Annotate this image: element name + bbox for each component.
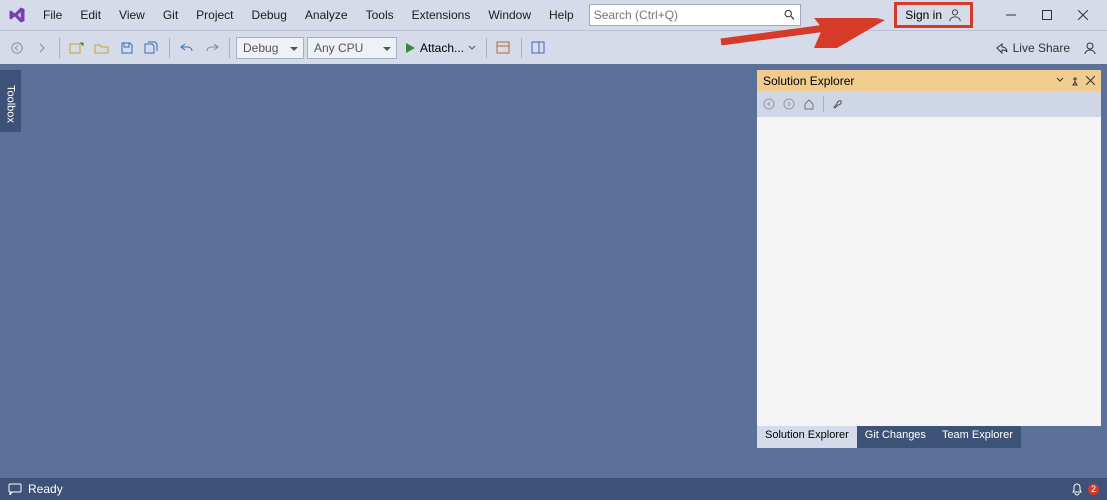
- menu-project[interactable]: Project: [187, 3, 242, 27]
- nav-forward-button[interactable]: [31, 36, 53, 60]
- menu-help[interactable]: Help: [540, 3, 583, 27]
- tab-git-changes[interactable]: Git Changes: [857, 426, 934, 448]
- menu-tools[interactable]: Tools: [357, 3, 403, 27]
- menu-debug[interactable]: Debug: [243, 3, 296, 27]
- person-icon: [948, 8, 962, 22]
- menu-file[interactable]: File: [34, 3, 71, 27]
- panel-toolbar: [757, 91, 1101, 117]
- tab-team-explorer[interactable]: Team Explorer: [934, 426, 1021, 448]
- back-icon[interactable]: [763, 98, 775, 110]
- panel-tabs: Solution Explorer Git Changes Team Explo…: [757, 426, 1101, 448]
- tab-solution-explorer[interactable]: Solution Explorer: [757, 426, 857, 448]
- workspace: Toolbox Solution Explorer Solution Explo…: [0, 64, 1107, 478]
- menu-git[interactable]: Git: [154, 3, 187, 27]
- menu-view[interactable]: View: [110, 3, 154, 27]
- search-box[interactable]: [589, 4, 801, 26]
- live-share-button[interactable]: Live Share: [988, 41, 1076, 55]
- minimize-button[interactable]: [993, 3, 1029, 27]
- attach-button[interactable]: Attach...: [400, 41, 480, 55]
- play-icon: [404, 42, 416, 54]
- feedback-button[interactable]: [1079, 36, 1101, 60]
- save-button[interactable]: [116, 36, 138, 60]
- home-icon[interactable]: [803, 98, 815, 110]
- sign-in-button[interactable]: Sign in: [894, 2, 973, 28]
- chat-icon[interactable]: [8, 483, 22, 495]
- status-text: Ready: [28, 482, 63, 496]
- toolbox-button[interactable]: [493, 36, 515, 60]
- panel-body: [757, 117, 1101, 426]
- status-bar: Ready 2: [0, 478, 1107, 500]
- save-all-button[interactable]: [141, 36, 163, 60]
- forward-icon[interactable]: [783, 98, 795, 110]
- menu-window[interactable]: Window: [479, 3, 540, 27]
- redo-button[interactable]: [201, 36, 223, 60]
- undo-button[interactable]: [176, 36, 198, 60]
- search-icon: [784, 9, 795, 21]
- menu-extensions[interactable]: Extensions: [403, 3, 480, 27]
- platform-dropdown[interactable]: Any CPU: [307, 37, 397, 59]
- toolbox-tab[interactable]: Toolbox: [0, 70, 21, 132]
- menu-bar: File Edit View Git Project Debug Analyze…: [0, 0, 1107, 30]
- open-file-button[interactable]: [91, 36, 113, 60]
- toolbar: Debug Any CPU Attach... Live Share: [0, 30, 1107, 64]
- search-input[interactable]: [594, 8, 785, 22]
- window-layout-button[interactable]: [528, 36, 550, 60]
- notification-badge: 2: [1088, 484, 1099, 495]
- sign-in-label: Sign in: [905, 8, 942, 22]
- window-controls: [993, 3, 1101, 27]
- chevron-down-icon: [468, 44, 476, 52]
- close-button[interactable]: [1065, 3, 1101, 27]
- maximize-button[interactable]: [1029, 3, 1065, 27]
- bell-icon[interactable]: [1070, 482, 1084, 496]
- panel-header[interactable]: Solution Explorer: [757, 70, 1101, 91]
- nav-back-button[interactable]: [6, 36, 28, 60]
- solution-explorer-panel: Solution Explorer Solution Explorer Git …: [757, 70, 1101, 448]
- visual-studio-logo-icon: [6, 4, 28, 26]
- share-icon: [994, 41, 1008, 55]
- dropdown-icon[interactable]: [1056, 76, 1064, 84]
- close-icon[interactable]: [1086, 76, 1095, 85]
- panel-title: Solution Explorer: [763, 74, 854, 88]
- new-project-button[interactable]: [66, 36, 88, 60]
- configuration-dropdown[interactable]: Debug: [236, 37, 304, 59]
- wrench-icon[interactable]: [832, 98, 844, 110]
- pin-icon[interactable]: [1070, 76, 1080, 86]
- menu-analyze[interactable]: Analyze: [296, 3, 357, 27]
- menu-edit[interactable]: Edit: [71, 3, 110, 27]
